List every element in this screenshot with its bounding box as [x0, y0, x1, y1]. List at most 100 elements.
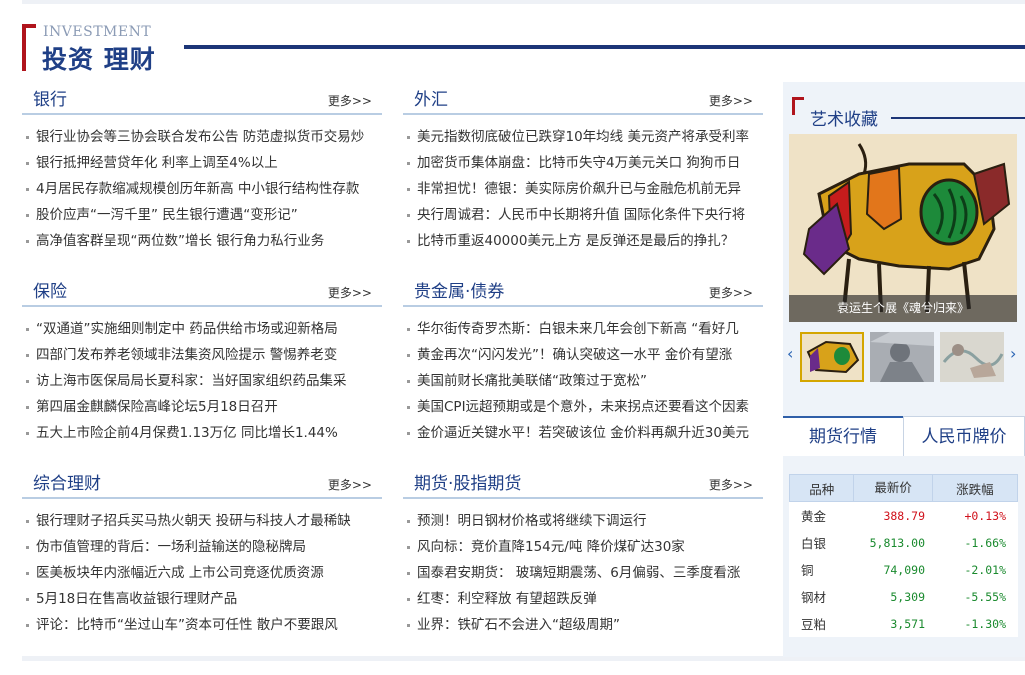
section-header: 贵金属·债券 更多>>: [403, 277, 763, 307]
news-item[interactable]: 医美板块年内涨幅近六成 上市公司竞逐优质资源: [22, 560, 382, 586]
thumbnail-image: [802, 334, 862, 380]
bullet-icon: [407, 239, 410, 243]
section-title[interactable]: 综合理财: [33, 469, 101, 494]
news-link[interactable]: 访上海市医保局局长夏科家：当好国家组织药品集采: [36, 373, 347, 389]
news-link[interactable]: 国泰君安期货： 玻璃短期震荡、6月偏弱、三季度看涨: [417, 565, 740, 581]
news-link[interactable]: 美元指数彻底破位已跌穿10年均线 美元资产将承受利率: [417, 129, 749, 145]
news-link[interactable]: 四部门发布养老领域非法集资风险提示 警惕养老变: [36, 347, 337, 363]
news-link[interactable]: 美国CPI远超预期或是个意外，未来拐点还要看这个因素: [417, 399, 749, 415]
news-link[interactable]: 比特币重返40000美元上方 是反弹还是最后的挣扎？: [417, 233, 734, 249]
news-item[interactable]: 黄金再次“闪闪发光”！确认突破这一水平 金价有望涨: [403, 342, 763, 368]
news-item[interactable]: 银行理财子招兵买马热火朝天 投研与科技人才最稀缺: [22, 508, 382, 534]
table-row[interactable]: 黄金 388.79 +0.13%: [789, 502, 1018, 529]
bullet-icon: [26, 135, 29, 139]
news-item[interactable]: 比特币重返40000美元上方 是反弹还是最后的挣扎？: [403, 228, 763, 254]
news-link[interactable]: 金价逼近关键水平！若突破该位 金价料再飙升近30美元: [417, 425, 749, 441]
news-item[interactable]: 4月居民存款缩减规模创历年新高 中小银行结构性存款: [22, 176, 382, 202]
table-row[interactable]: 豆粕 3,571 -1.30%: [789, 610, 1018, 637]
chevron-left-icon[interactable]: ‹: [787, 344, 793, 363]
more-link[interactable]: 更多>>: [328, 92, 372, 109]
table-row[interactable]: 铜 74,090 -2.01%: [789, 556, 1018, 583]
more-link[interactable]: 更多>>: [709, 92, 753, 109]
featured-artwork-image[interactable]: [789, 134, 1017, 322]
news-link[interactable]: 风向标：竞价直降154元/吨 降价煤矿达30家: [417, 539, 685, 555]
bullet-icon: [407, 135, 410, 139]
news-link[interactable]: 银行抵押经营贷年化 利率上调至4%以上: [36, 155, 278, 171]
more-link[interactable]: 更多>>: [328, 284, 372, 301]
news-item[interactable]: 业界：铁矿石不会进入“超级周期”: [403, 612, 763, 638]
news-item[interactable]: 银行抵押经营贷年化 利率上调至4%以上: [22, 150, 382, 176]
artwork-caption[interactable]: 袁运生个展《魂兮归来》: [789, 295, 1017, 322]
right-sidebar: 艺术收藏 袁运生个展《魂兮归来》 ‹ › 期货行情 人民币牌价 品种 最新价 涨…: [783, 82, 1025, 657]
tab-rmb-rates[interactable]: 人民币牌价: [903, 416, 1025, 456]
news-link[interactable]: 预测！明日钢材价格或将继续下调运行: [417, 513, 647, 529]
news-link[interactable]: 非常担忧！德银：美实际房价飙升已与金融危机前无异: [417, 181, 741, 197]
news-link[interactable]: 业界：铁矿石不会进入“超级周期”: [417, 617, 620, 633]
news-item[interactable]: 银行业协会等三协会联合发布公告 防范虚拟货币交易炒: [22, 124, 382, 150]
section-title[interactable]: 银行: [33, 85, 67, 110]
thumbnail-2[interactable]: [870, 332, 934, 382]
news-item[interactable]: 非常担忧！德银：美实际房价飙升已与金融危机前无异: [403, 176, 763, 202]
more-link[interactable]: 更多>>: [709, 284, 753, 301]
news-item[interactable]: 美元指数彻底破位已跌穿10年均线 美元资产将承受利率: [403, 124, 763, 150]
news-item[interactable]: 伪市值管理的背后：一场利益输送的隐秘牌局: [22, 534, 382, 560]
news-item[interactable]: 评论：比特币“坐过山车”资本可任性 散户不要跟风: [22, 612, 382, 638]
tab-futures-quotes[interactable]: 期货行情: [783, 416, 903, 456]
news-item[interactable]: 访上海市医保局局长夏科家：当好国家组织药品集采: [22, 368, 382, 394]
news-link[interactable]: 医美板块年内涨幅近六成 上市公司竞逐优质资源: [36, 565, 324, 581]
commodity-name: 白银: [801, 536, 827, 551]
news-link[interactable]: 美国前财长痛批美联储“政策过于宽松”: [417, 373, 647, 389]
table-row[interactable]: 白银 5,813.00 -1.66%: [789, 529, 1018, 556]
quote-tabs: 期货行情 人民币牌价: [783, 416, 1025, 456]
bullet-icon: [407, 213, 410, 217]
more-link[interactable]: 更多>>: [709, 476, 753, 493]
news-link[interactable]: 第四届金麒麟保险高峰论坛5月18日召开: [36, 399, 278, 415]
more-link[interactable]: 更多>>: [328, 476, 372, 493]
table-row[interactable]: 钢材 5,309 -5.55%: [789, 583, 1018, 610]
news-link[interactable]: “双通道”实施细则制定中 药品供给市场或迎新格局: [36, 321, 338, 337]
bullet-icon: [407, 187, 410, 191]
news-item[interactable]: 风向标：竞价直降154元/吨 降价煤矿达30家: [403, 534, 763, 560]
section-title[interactable]: 期货·股指期货: [414, 469, 521, 494]
news-item[interactable]: 美国前财长痛批美联储“政策过于宽松”: [403, 368, 763, 394]
commodity-name: 铜: [801, 563, 814, 578]
chevron-right-icon[interactable]: ›: [1010, 344, 1016, 363]
news-link[interactable]: 华尔街传奇罗杰斯：白银未来几年会创下新高 “看好几: [417, 321, 739, 337]
news-item[interactable]: 红枣：利空释放 有望超跌反弹: [403, 586, 763, 612]
news-link[interactable]: 股价应声“一泻千里” 民生银行遭遇“变形记”: [36, 207, 298, 223]
news-item[interactable]: 第四届金麒麟保险高峰论坛5月18日召开: [22, 394, 382, 420]
bullet-icon: [407, 327, 410, 331]
news-item[interactable]: 5月18日在售高收益银行理财产品: [22, 586, 382, 612]
news-item[interactable]: 央行周诚君：人民币中长期将升值 国际化条件下央行将: [403, 202, 763, 228]
news-item[interactable]: 国泰君安期货： 玻璃短期震荡、6月偏弱、三季度看涨: [403, 560, 763, 586]
news-link[interactable]: 红枣：利空释放 有望超跌反弹: [417, 591, 597, 607]
news-item[interactable]: 股价应声“一泻千里” 民生银行遭遇“变形记”: [22, 202, 382, 228]
thumbnail-3[interactable]: [940, 332, 1004, 382]
news-link[interactable]: 加密货币集体崩盘：比特币失守4万美元关口 狗狗币日: [417, 155, 740, 171]
news-link[interactable]: 黄金再次“闪闪发光”！确认突破这一水平 金价有望涨: [417, 347, 732, 363]
news-link[interactable]: 央行周诚君：人民币中长期将升值 国际化条件下央行将: [417, 207, 745, 223]
news-item[interactable]: 华尔街传奇罗杰斯：白银未来几年会创下新高 “看好几: [403, 316, 763, 342]
news-link[interactable]: 4月居民存款缩减规模创历年新高 中小银行结构性存款: [36, 181, 359, 197]
news-link[interactable]: 银行业协会等三协会联合发布公告 防范虚拟货币交易炒: [36, 129, 364, 145]
bullet-icon: [407, 623, 410, 627]
news-link[interactable]: 高净值客群呈现“两位数”增长 银行角力私行业务: [36, 233, 324, 249]
thumbnail-1[interactable]: [800, 332, 864, 382]
news-link[interactable]: 5月18日在售高收益银行理财产品: [36, 591, 237, 607]
news-item[interactable]: 四部门发布养老领域非法集资风险提示 警惕养老变: [22, 342, 382, 368]
news-link[interactable]: 银行理财子招兵买马热火朝天 投研与科技人才最稀缺: [36, 513, 351, 529]
section-title[interactable]: 外汇: [414, 85, 448, 110]
news-link[interactable]: 伪市值管理的背后：一场利益输送的隐秘牌局: [36, 539, 306, 555]
section-title[interactable]: 贵金属·债券: [414, 277, 504, 302]
news-link[interactable]: 五大上市险企前4月保费1.13万亿 同比增长1.44%: [36, 425, 338, 441]
art-title[interactable]: 艺术收藏: [810, 105, 878, 130]
news-link[interactable]: 评论：比特币“坐过山车”资本可任性 散户不要跟风: [36, 617, 338, 633]
news-item[interactable]: 金价逼近关键水平！若突破该位 金价料再飙升近30美元: [403, 420, 763, 446]
news-item[interactable]: 高净值客群呈现“两位数”增长 银行角力私行业务: [22, 228, 382, 254]
news-item[interactable]: 预测！明日钢材价格或将继续下调运行: [403, 508, 763, 534]
news-item[interactable]: “双通道”实施细则制定中 药品供给市场或迎新格局: [22, 316, 382, 342]
section-title[interactable]: 保险: [33, 277, 67, 302]
news-item[interactable]: 加密货币集体崩盘：比特币失守4万美元关口 狗狗币日: [403, 150, 763, 176]
news-item[interactable]: 五大上市险企前4月保费1.13万亿 同比增长1.44%: [22, 420, 382, 446]
news-item[interactable]: 美国CPI远超预期或是个意外，未来拐点还要看这个因素: [403, 394, 763, 420]
